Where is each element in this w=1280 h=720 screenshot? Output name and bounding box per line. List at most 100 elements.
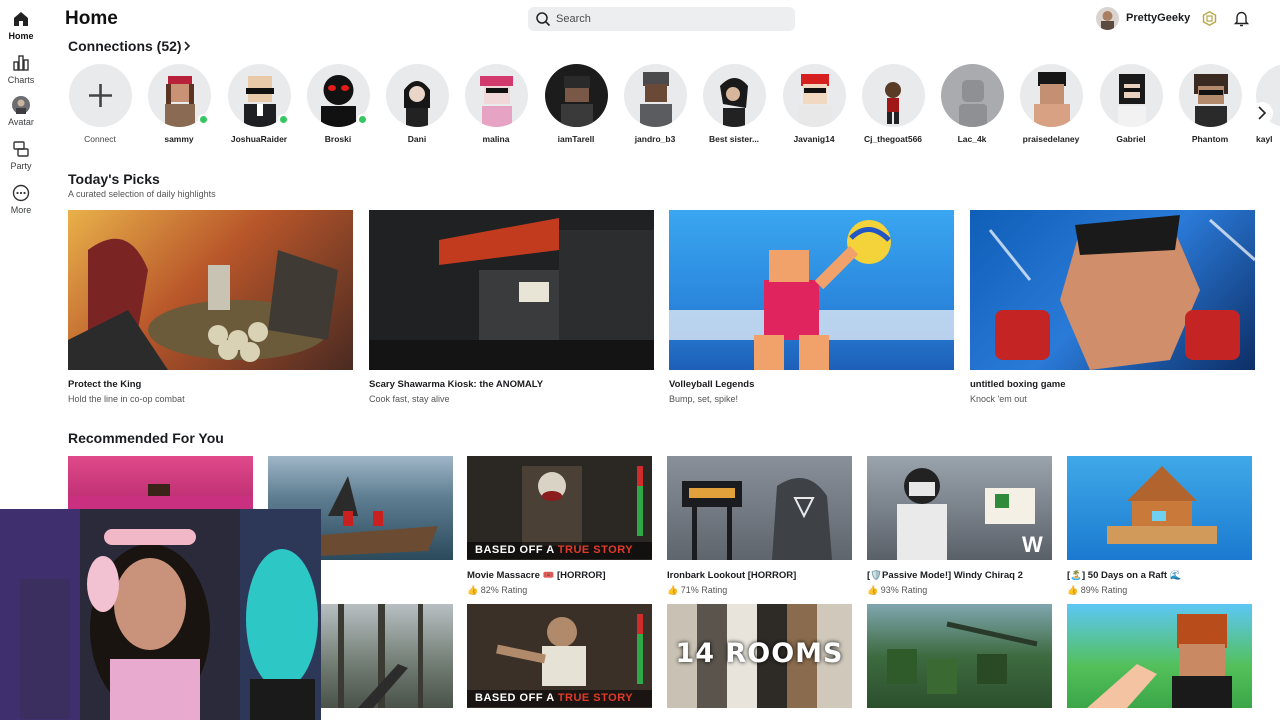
friend-item[interactable]: Phantom <box>1177 64 1243 144</box>
game-card[interactable] <box>867 604 1052 708</box>
friend-item[interactable]: malina <box>463 64 529 144</box>
friend-avatar <box>1178 64 1242 127</box>
more-icon <box>12 184 30 202</box>
pick-title: untitled boxing game <box>970 379 1066 390</box>
plus-icon <box>88 84 112 107</box>
friend-name: jandro_b3 <box>634 134 676 144</box>
rating-value: 93% Rating <box>880 585 928 595</box>
friend-item[interactable]: JoshuaRaider <box>226 64 292 144</box>
friend-name: praisedelaney <box>1022 134 1080 144</box>
friend-item[interactable]: Javanig14 <box>781 64 847 144</box>
game-thumbnail: BASED OFF A TRUE STORY <box>467 604 652 708</box>
game-thumbnail: W <box>867 456 1052 560</box>
friend-item[interactable]: Broski <box>305 64 371 144</box>
friend-avatar <box>702 64 766 127</box>
friend-item[interactable]: Gabriel <box>1098 64 1164 144</box>
nav-charts[interactable]: Charts <box>0 54 42 85</box>
banner-text: BASED OFF A <box>475 544 558 556</box>
friend-item[interactable]: Dani <box>384 64 450 144</box>
streamer-webcam-image <box>0 509 321 720</box>
nav-party[interactable]: Party <box>0 140 42 171</box>
game-card[interactable] <box>1067 604 1252 708</box>
nav-home-label: Home <box>8 31 34 41</box>
game-title: [🛡️Passive Mode!] Windy Chiraq 2 <box>867 570 1023 581</box>
game-card[interactable]: BASED OFF A TRUE STORY Movie Massacre 🎟️… <box>467 456 652 596</box>
connect-button[interactable]: Connect <box>67 64 133 144</box>
nav-avatar[interactable]: Avatar <box>0 96 42 127</box>
connect-label: Connect <box>84 134 116 144</box>
charts-icon <box>13 55 29 71</box>
banner-highlight: TRUE STORY <box>557 692 634 704</box>
avatar-icon <box>12 96 30 114</box>
friend-name: Dani <box>407 134 427 144</box>
search-input[interactable] <box>556 10 786 28</box>
friend-avatar <box>464 64 528 127</box>
pick-title: Volleyball Legends <box>669 379 755 390</box>
friend-avatar <box>782 64 846 127</box>
pick-card[interactable]: Scary Shawarma Kiosk: the ANOMALY Cook f… <box>369 210 654 404</box>
friend-name: Javanig14 <box>793 134 835 144</box>
svg-text:W: W <box>1022 532 1043 557</box>
game-card[interactable]: [🏝️] 50 Days on a Raft 🌊 👍 89% Rating <box>1067 456 1252 596</box>
rating-value: 82% Rating <box>480 585 528 595</box>
banner-highlight: TRUE STORY <box>557 544 634 556</box>
nav-home[interactable]: Home <box>0 10 42 41</box>
search-bar[interactable] <box>528 7 795 31</box>
thumbnail-text: 14 ROOMS <box>675 638 844 669</box>
username: PrettyGeeky <box>1126 12 1191 24</box>
avatar <box>1096 7 1119 30</box>
game-thumbnail <box>1067 456 1252 560</box>
robux-icon[interactable] <box>1202 11 1217 26</box>
home-icon <box>14 12 28 26</box>
friend-name: malina <box>482 134 510 144</box>
nav-more-label: More <box>10 205 32 215</box>
banner-text: BASED OFF A <box>475 692 558 704</box>
game-card[interactable]: 14 ROOMS <box>667 604 852 708</box>
true-story-banner: BASED OFF A TRUE STORY <box>467 690 652 707</box>
game-rating: 👍 71% Rating <box>667 585 728 595</box>
game-thumbnail <box>667 456 852 560</box>
chevron-right-icon[interactable] <box>1251 102 1273 124</box>
friend-name: Best sister... <box>708 134 760 144</box>
pick-title: Scary Shawarma Kiosk: the ANOMALY <box>369 379 544 390</box>
pick-card[interactable]: Volleyball Legends Bump, set, spike! <box>669 210 954 404</box>
add-connection-circle <box>68 64 132 127</box>
game-thumbnail <box>68 210 353 370</box>
friend-item[interactable]: praisedelaney <box>1018 64 1084 144</box>
friend-item[interactable]: Best sister... <box>701 64 767 144</box>
party-icon <box>13 141 29 157</box>
game-thumbnail <box>669 210 954 370</box>
friend-name: iamTarell <box>557 134 595 144</box>
game-title: [🏝️] 50 Days on a Raft 🌊 <box>1067 570 1182 581</box>
friend-name: Broski <box>324 134 352 144</box>
nav-more[interactable]: More <box>0 184 42 215</box>
rating-value: 89% Rating <box>1080 585 1128 595</box>
friend-item[interactable]: Lac_4k <box>939 64 1005 144</box>
friend-avatar <box>544 64 608 127</box>
game-card[interactable]: Ironbark Lookout [HORROR] 👍 71% Rating <box>667 456 852 596</box>
friend-avatar <box>1019 64 1083 127</box>
friend-avatar <box>940 64 1004 127</box>
game-card[interactable]: BASED OFF A TRUE STORY <box>467 604 652 708</box>
chevron-right-icon[interactable] <box>181 40 193 52</box>
game-thumbnail <box>867 604 1052 708</box>
game-rating: 👍 93% Rating <box>867 585 928 595</box>
page-title: Home <box>65 8 118 29</box>
friend-name: sammy <box>164 134 194 144</box>
pick-card[interactable]: Protect the King Hold the line in co-op … <box>68 210 353 404</box>
notification-bell-icon[interactable] <box>1233 10 1250 27</box>
friend-item[interactable]: Cj_thegoat566 <box>860 64 926 144</box>
game-thumbnail <box>970 210 1255 370</box>
rating-value: 71% Rating <box>680 585 728 595</box>
game-card[interactable]: W [🛡️Passive Mode!] Windy Chiraq 2 👍 93%… <box>867 456 1052 596</box>
friend-item[interactable]: sammy <box>146 64 212 144</box>
friend-item[interactable]: jandro_b3 <box>622 64 688 144</box>
online-indicator <box>198 114 209 125</box>
friend-item[interactable]: iamTarell <box>543 64 609 144</box>
friend-name: Cj_thegoat566 <box>863 134 923 144</box>
pick-card[interactable]: untitled boxing game Knock 'em out <box>970 210 1255 404</box>
search-icon <box>536 12 551 27</box>
connections-title[interactable]: Connections (52) <box>68 38 182 54</box>
friend-name: Phantom <box>1191 134 1229 144</box>
game-title: Movie Massacre 🎟️ [HORROR] <box>467 570 606 581</box>
